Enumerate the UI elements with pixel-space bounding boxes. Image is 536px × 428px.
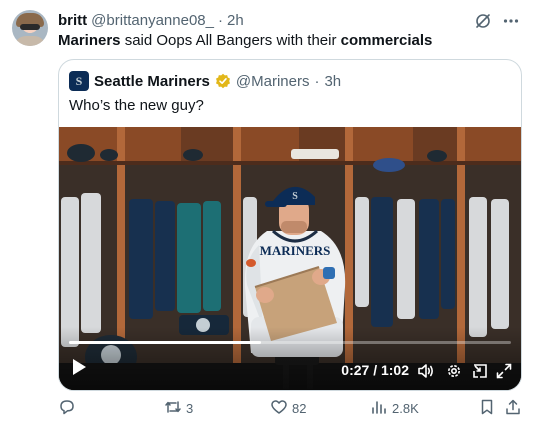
tweet-text-commercials: commercials (340, 32, 433, 49)
bookmark-icon (478, 398, 496, 419)
views-button[interactable]: 2.8K (370, 398, 419, 418)
tweet-text-middle: said Oops All Bangers with their (120, 32, 341, 49)
views-count: 2.8K (392, 400, 419, 416)
mariners-logo-icon[interactable]: S (69, 71, 89, 91)
author-handle[interactable]: @brittanyanne08_ (91, 12, 214, 29)
video-time-readout: 0:27 / 1:02 (341, 362, 409, 378)
jersey-lettering: MARINERS (260, 243, 331, 258)
gold-checkmark-icon (215, 73, 231, 89)
share-button[interactable] (504, 398, 522, 418)
tweet-text: Mariners said Oops All Bangers with thei… (58, 32, 432, 50)
header-separator: · (217, 11, 223, 29)
pip-icon[interactable] (471, 362, 489, 380)
tweet[interactable]: britt @brittanyanne08_ · 2h Mariners sai… (0, 0, 536, 428)
tweet-header: britt @brittanyanne08_ · 2h (58, 11, 244, 29)
video-controls: 0:27 / 1:02 (59, 351, 521, 390)
retweet-icon (164, 398, 182, 419)
svg-text:S: S (292, 191, 298, 202)
video-progress-fill (69, 341, 262, 344)
quoted-tweet-text: Who’s the new guy? (69, 97, 204, 114)
tweet-actions: 3 82 2.8K (58, 398, 522, 422)
tweet-text-mariners: Mariners (58, 32, 121, 49)
like-icon (270, 398, 288, 419)
grok-icon[interactable] (474, 12, 492, 30)
settings-icon[interactable] (445, 362, 463, 380)
quoted-tweet-header: S Seattle Mariners @Mariners · 3h (69, 71, 341, 91)
quoted-timestamp[interactable]: 3h (324, 73, 341, 90)
like-button[interactable]: 82 (270, 398, 306, 418)
avatar-sunglasses (20, 24, 40, 30)
quoted-handle[interactable]: @Mariners (236, 73, 310, 90)
reply-icon (58, 398, 76, 419)
avatar-shirt (14, 36, 46, 46)
share-icon (504, 398, 522, 419)
quoted-tweet[interactable]: S Seattle Mariners @Mariners · 3h Who’s … (58, 59, 522, 391)
reply-button[interactable] (58, 398, 80, 418)
quoted-display-name[interactable]: Seattle Mariners (94, 73, 210, 90)
more-icon[interactable] (502, 12, 520, 30)
tweet-timestamp[interactable]: 2h (227, 12, 244, 29)
views-icon (370, 398, 388, 419)
author-avatar[interactable] (12, 10, 48, 46)
like-count: 82 (292, 400, 307, 416)
tweet-top-icons (474, 12, 520, 30)
retweet-button[interactable]: 3 (164, 398, 193, 418)
video-player[interactable]: MARINERS S 0:27 / 1:02 (59, 127, 521, 390)
retweet-count: 3 (186, 400, 194, 416)
fullscreen-icon[interactable] (495, 362, 513, 380)
video-progress-bar[interactable] (69, 341, 511, 344)
author-display-name[interactable]: britt (58, 12, 87, 29)
svg-text:S: S (76, 74, 83, 88)
volume-icon[interactable] (417, 362, 435, 380)
bookmark-button[interactable] (478, 398, 496, 418)
play-icon[interactable] (71, 358, 87, 381)
quoted-separator: · (314, 72, 320, 90)
